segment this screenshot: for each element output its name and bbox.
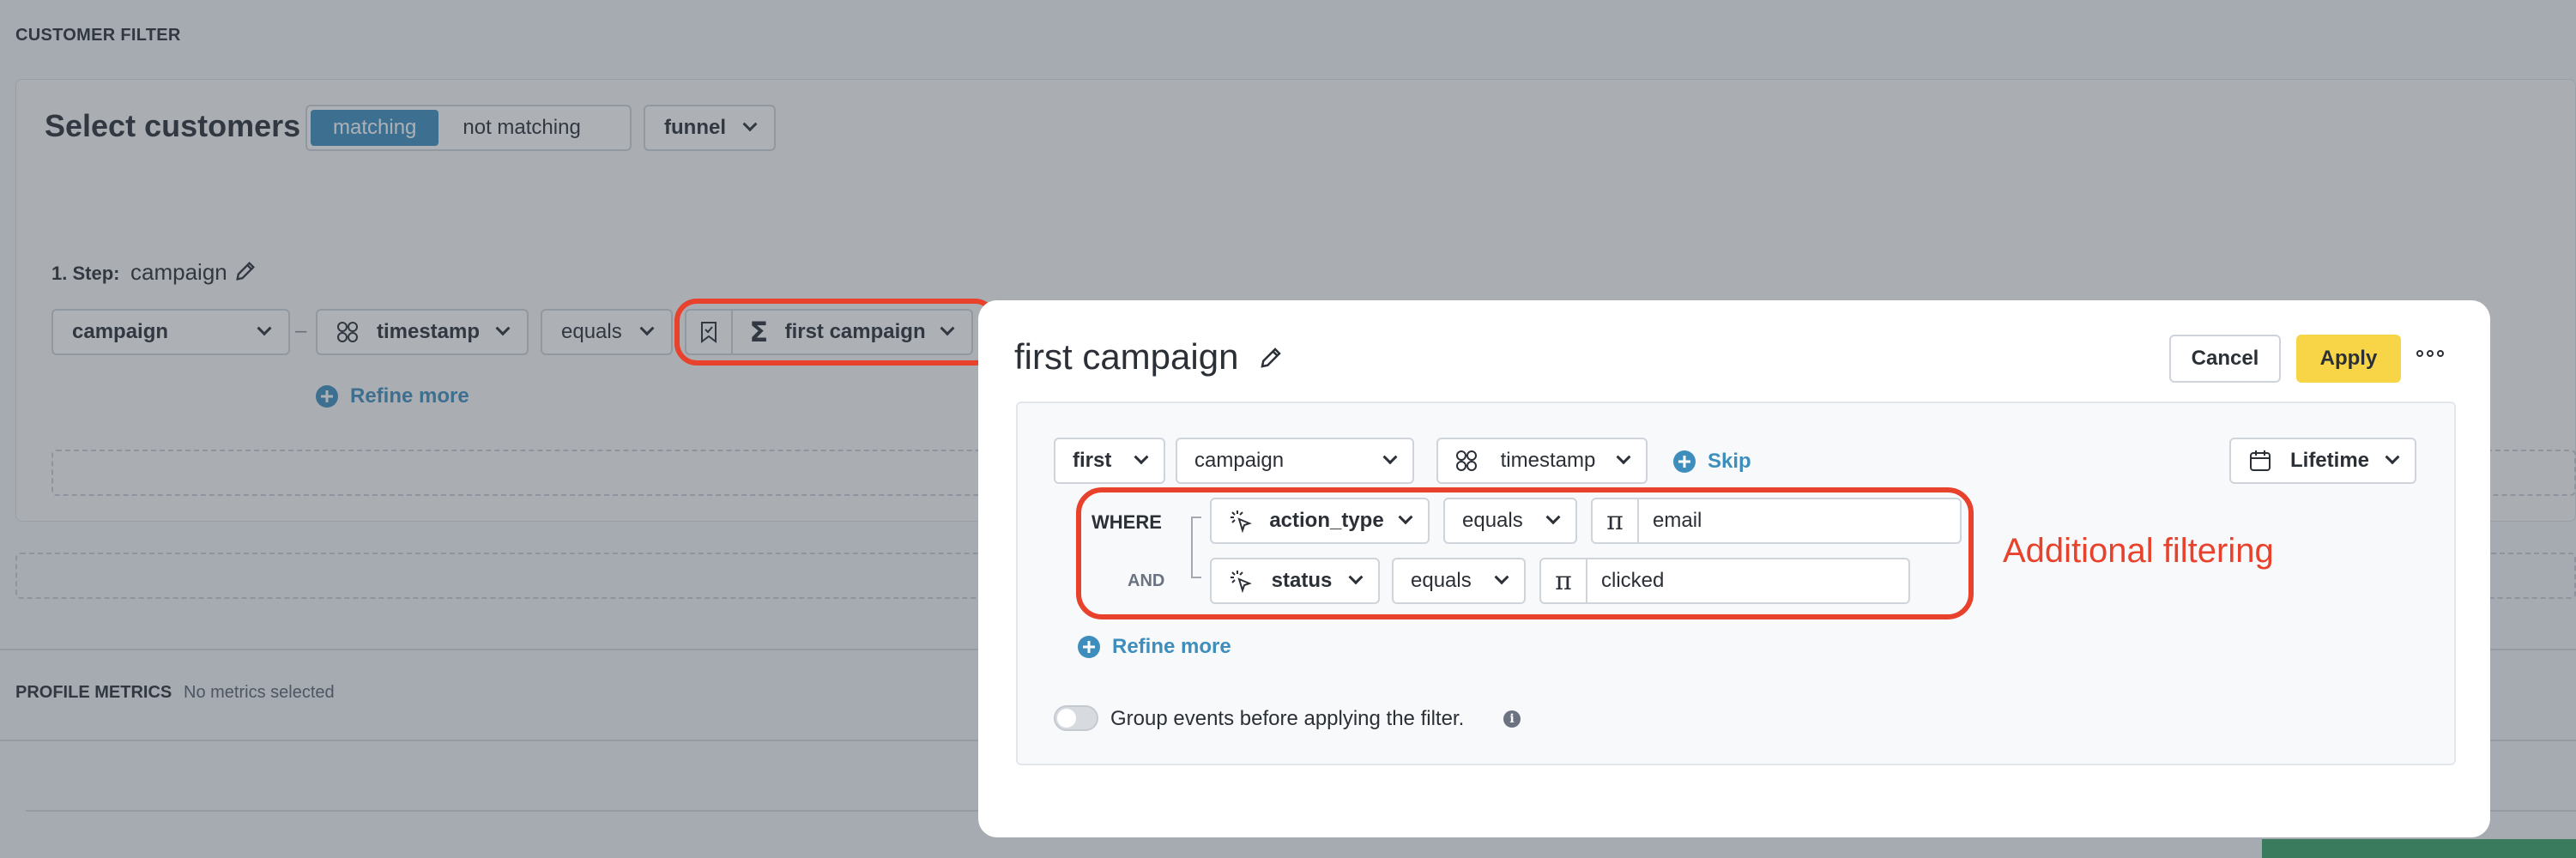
refine-more-link[interactable]: Refine more [1078, 635, 1231, 659]
event-dropdown-label: campaign [1194, 449, 1285, 472]
chevron-down-icon [2385, 450, 2400, 465]
refine-more-label: Refine more [1112, 635, 1231, 658]
cancel-button[interactable]: Cancel [2169, 335, 2281, 383]
plus-circle-icon [1673, 450, 1696, 473]
calendar-icon [2250, 450, 2271, 471]
chevron-down-icon [1616, 450, 1631, 465]
grid-icon [1456, 450, 1477, 471]
lifetime-dropdown-label: Lifetime [2289, 449, 2369, 472]
attribute-dropdown-label: timestamp [1500, 449, 1596, 472]
annotation-label: Additional filtering [2003, 532, 2274, 570]
event-dropdown[interactable]: campaign [1176, 438, 1414, 484]
lifetime-dropdown[interactable]: Lifetime [2229, 438, 2416, 484]
apply-button[interactable]: Apply [2296, 335, 2401, 383]
chevron-down-icon [1134, 450, 1149, 465]
group-events-label: Group events before applying the filter. [1110, 707, 1465, 730]
skip-label: Skip [1708, 450, 1751, 473]
pencil-icon[interactable] [1258, 345, 1284, 371]
first-dropdown-label: first [1073, 449, 1112, 472]
annotation-highlight-aggregate [674, 299, 997, 366]
skip-button[interactable]: Skip [1673, 450, 1751, 474]
chevron-down-icon [1382, 450, 1398, 465]
attribute-dropdown[interactable]: timestamp [1436, 438, 1648, 484]
plus-circle-icon [1078, 636, 1100, 658]
more-icon[interactable] [2416, 350, 2444, 357]
info-icon[interactable]: i [1503, 710, 1521, 728]
modal-title: first campaign [1014, 336, 1239, 377]
group-events-toggle[interactable] [1054, 705, 1098, 731]
first-dropdown[interactable]: first [1054, 438, 1165, 484]
annotation-highlight-conditions [1076, 487, 1974, 619]
